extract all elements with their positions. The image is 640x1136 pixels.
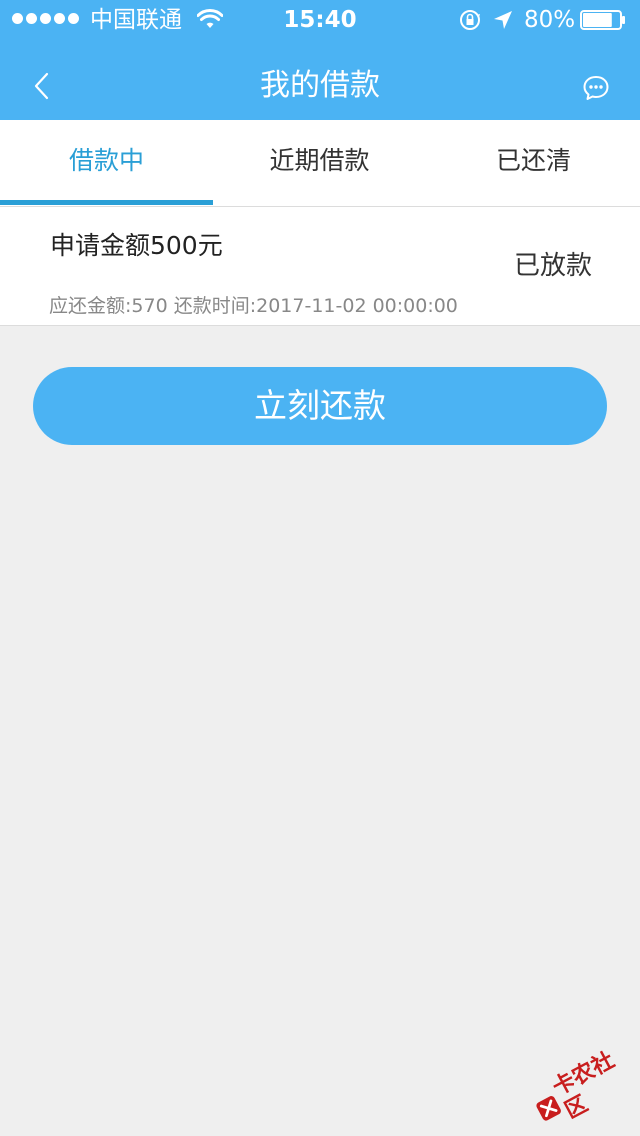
loan-detail: 应还金额:570 还款时间:2017-11-02 00:00:00 — [49, 295, 458, 317]
tab-active-indicator — [0, 200, 213, 205]
loan-amount: 申请金额500元 — [50, 231, 223, 260]
tab-recent-loans[interactable]: 近期借款 — [213, 120, 426, 206]
nav-bar: 我的借款 — [0, 40, 640, 120]
chat-button[interactable] — [578, 70, 614, 106]
battery-percent: 80% — [524, 7, 576, 33]
tab-borrowing[interactable]: 借款中 — [0, 120, 213, 206]
loan-status: 已放款 — [513, 251, 592, 281]
rotation-lock-icon — [460, 10, 480, 30]
loan-item[interactable]: 申请金额500元 已放款 应还金额:570 还款时间:2017-11-02 00… — [0, 207, 640, 326]
tab-paid-off[interactable]: 已还清 — [427, 120, 640, 206]
tab-bar: 借款中 近期借款 已还清 — [0, 120, 640, 207]
screen: 中国联通 15:40 80% 我的借款 借款中 近期借款 已还清 申请金额500… — [0, 0, 640, 1136]
watermark: 卡农社区 — [522, 1033, 640, 1136]
page-title: 我的借款 — [260, 68, 380, 103]
chat-bubble-icon — [583, 76, 609, 100]
status-bar: 中国联通 15:40 80% — [0, 0, 640, 40]
header: 中国联通 15:40 80% 我的借款 — [0, 0, 640, 120]
repay-now-button[interactable]: 立刻还款 — [33, 367, 607, 445]
battery-icon — [580, 10, 625, 30]
location-arrow-icon — [494, 11, 512, 29]
